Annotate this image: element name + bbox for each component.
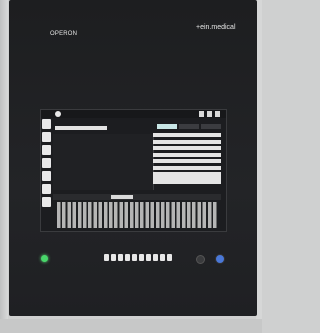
wall-bottom: [0, 319, 262, 333]
operon-brand-label: OPERON: [50, 31, 78, 37]
logo-text: +ein.medical: [196, 24, 236, 31]
keypad-button[interactable]: [118, 254, 123, 261]
tab-3[interactable]: [201, 124, 221, 129]
keypad-button[interactable]: [111, 254, 116, 261]
form-input[interactable]: [153, 165, 221, 170]
screen-tabs: [157, 124, 221, 129]
sidebar-button[interactable]: [42, 145, 51, 155]
keypad-buttons: [104, 254, 172, 261]
tab-2[interactable]: [179, 124, 199, 129]
keypad-button[interactable]: [104, 254, 109, 261]
user-icon[interactable]: [207, 111, 212, 117]
sidebar-button[interactable]: [42, 132, 51, 142]
touchscreen-display[interactable]: [40, 109, 227, 232]
sidebar-button[interactable]: [42, 171, 51, 181]
sidebar-button[interactable]: [42, 119, 51, 129]
sidebar-button[interactable]: [42, 197, 51, 207]
green-led-icon: [41, 255, 48, 262]
home-icon[interactable]: [199, 111, 204, 117]
keypad-button[interactable]: [139, 254, 144, 261]
keypad-button[interactable]: [146, 254, 151, 261]
form-input[interactable]: [153, 159, 221, 163]
tab-1[interactable]: [157, 124, 177, 129]
sidebar-button[interactable]: [42, 184, 51, 194]
keypad-button[interactable]: [132, 254, 137, 261]
settings-icon[interactable]: [215, 111, 220, 117]
form-input[interactable]: [153, 139, 221, 144]
keypad-button[interactable]: [153, 254, 158, 261]
wall: [0, 0, 8, 333]
form-textarea[interactable]: [153, 172, 221, 184]
form-fields: [153, 133, 221, 184]
keypad-button[interactable]: [125, 254, 130, 261]
blue-round-button[interactable]: [215, 254, 225, 264]
screen-action-button[interactable]: [111, 195, 133, 199]
screen-sidebar: [42, 119, 51, 214]
form-input[interactable]: [153, 133, 221, 137]
form-input[interactable]: [153, 146, 221, 150]
keypad-button[interactable]: [167, 254, 172, 261]
screen-logo-icon: [55, 111, 61, 117]
search-field[interactable]: [55, 126, 107, 130]
left-list-panel: [53, 134, 154, 190]
sidebar-button[interactable]: [42, 158, 51, 168]
dark-round-button[interactable]: [196, 255, 205, 264]
screen-action-bar: [53, 194, 221, 200]
trein-medical-logo: +ein.medical: [196, 24, 236, 31]
onscreen-keyboard[interactable]: [57, 202, 217, 228]
form-input[interactable]: [153, 152, 221, 157]
top-icons: [199, 111, 220, 117]
keypad-button[interactable]: [160, 254, 165, 261]
